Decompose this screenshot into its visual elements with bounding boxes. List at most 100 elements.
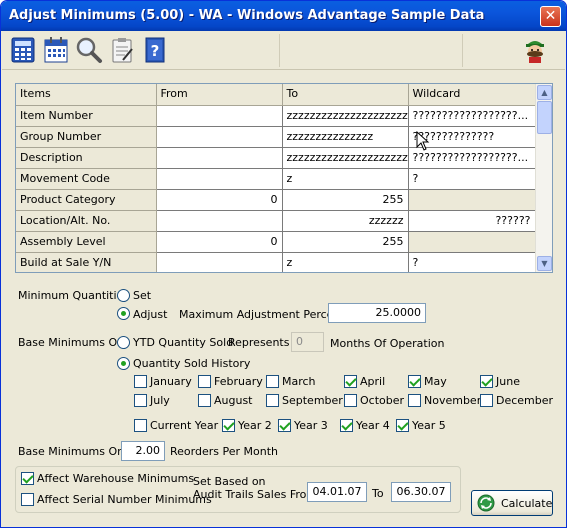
to-cell[interactable]: zzzzzzzzzzzzzzz <box>282 126 409 148</box>
wildcard-cell <box>408 189 536 211</box>
month-checkbox[interactable] <box>134 394 147 407</box>
from-date-field[interactable]: 04.01.07 <box>307 482 367 502</box>
month-checkbox[interactable] <box>266 394 279 407</box>
month-label[interactable]: June <box>496 375 520 388</box>
to-cell[interactable]: zzzzzzzzzzzzzzzzzzzzz <box>282 147 409 169</box>
year-checkbox[interactable] <box>340 419 353 432</box>
to-cell[interactable]: 255 <box>282 231 409 253</box>
month-checkbox[interactable] <box>408 375 421 388</box>
year-label[interactable]: Year 4 <box>356 419 390 432</box>
close-icon: ✕ <box>544 8 557 24</box>
to-cell[interactable]: zzzzzzzzzzzzzzzzzzzzz <box>282 105 409 127</box>
set-radio-label[interactable]: Set <box>133 289 151 302</box>
row-label: Location/Alt. No. <box>16 210 157 232</box>
calendar-icon[interactable] <box>42 36 70 64</box>
month-checkbox[interactable] <box>198 375 211 388</box>
close-button[interactable]: ✕ <box>540 6 561 27</box>
from-cell[interactable] <box>156 168 283 190</box>
row-label: Description <box>16 147 157 169</box>
month-label[interactable]: October <box>360 394 404 407</box>
month-checkbox[interactable] <box>134 375 147 388</box>
affect-serial-checkbox[interactable] <box>21 493 34 506</box>
month-checkbox[interactable] <box>198 394 211 407</box>
ytd-quantity-radio[interactable] <box>117 336 130 349</box>
set-based-label-line2: Audit Trails Sales From <box>193 488 318 501</box>
affect-serial-label[interactable]: Affect Serial Number Minimums <box>37 493 212 506</box>
wildcard-cell[interactable]: ? <box>408 168 536 190</box>
month-label[interactable]: July <box>150 394 170 407</box>
month-label[interactable]: December <box>496 394 553 407</box>
month-checkbox[interactable] <box>480 375 493 388</box>
to-cell[interactable]: 255 <box>282 189 409 211</box>
adjust-radio-label[interactable]: Adjust <box>133 308 167 321</box>
to-cell[interactable]: zzzzzz <box>282 210 409 232</box>
reorders-field[interactable]: 2.00 <box>121 441 165 461</box>
from-cell[interactable] <box>156 147 283 169</box>
wildcard-cell[interactable]: ?????? <box>408 210 536 232</box>
scroll-up-icon[interactable]: ▲ <box>537 85 552 100</box>
quantity-history-label[interactable]: Quantity Sold History <box>133 357 250 370</box>
clipboard-icon[interactable] <box>108 36 136 64</box>
year-checkbox[interactable] <box>396 419 409 432</box>
year-label[interactable]: Year 5 <box>412 419 446 432</box>
to-cell[interactable]: z <box>282 252 409 272</box>
adjust-radio[interactable] <box>117 307 130 320</box>
calculator-icon[interactable] <box>9 36 37 64</box>
month-label[interactable]: September <box>282 394 343 407</box>
help-book-icon[interactable]: ? <box>141 36 169 64</box>
month-label[interactable]: May <box>424 375 447 388</box>
scroll-thumb[interactable] <box>537 101 552 134</box>
to-date-field[interactable]: 06.30.07 <box>391 482 451 502</box>
grid-vertical-scrollbar[interactable]: ▲ ▼ <box>535 84 552 272</box>
month-label[interactable]: April <box>360 375 385 388</box>
max-adjustment-field[interactable]: 25.0000 <box>328 303 426 323</box>
month-checkbox[interactable] <box>344 394 357 407</box>
month-checkbox[interactable] <box>408 394 421 407</box>
from-cell[interactable] <box>156 210 283 232</box>
calculate-button[interactable]: Calculate <box>471 490 553 516</box>
column-header-wildcard: Wildcard <box>408 84 536 106</box>
svg-text:?: ? <box>151 42 160 60</box>
year-label[interactable]: Current Year <box>150 419 218 432</box>
wildcard-cell[interactable]: ? <box>408 252 536 272</box>
year-label[interactable]: Year 3 <box>294 419 328 432</box>
scroll-down-icon[interactable]: ▼ <box>537 256 552 271</box>
toolbar: ? <box>2 31 565 70</box>
set-radio[interactable] <box>117 289 130 302</box>
year-checkbox[interactable] <box>222 419 235 432</box>
criteria-table: Items From To Wildcard Item Number zzzzz… <box>16 84 536 272</box>
year-checkbox[interactable] <box>134 419 147 432</box>
row-label: Assembly Level <box>16 231 157 253</box>
title-bar[interactable]: Adjust Minimums (5.00) - WA - Windows Ad… <box>1 1 566 31</box>
from-cell[interactable]: 0 <box>156 231 283 253</box>
affect-warehouse-checkbox[interactable] <box>21 472 34 485</box>
column-header-items: Items <box>16 84 157 106</box>
affect-warehouse-label[interactable]: Affect Warehouse Minimums <box>37 472 194 485</box>
reorders-suffix-label: Reorders Per Month <box>170 445 278 458</box>
month-checkbox[interactable] <box>344 375 357 388</box>
from-cell[interactable] <box>156 126 283 148</box>
month-label[interactable]: November <box>424 394 481 407</box>
month-checkbox[interactable] <box>266 375 279 388</box>
ytd-quantity-label[interactable]: YTD Quantity Sold <box>133 336 233 349</box>
month-label[interactable]: August <box>214 394 253 407</box>
wildcard-cell[interactable]: ??????????????????... <box>408 105 536 127</box>
from-cell[interactable] <box>156 105 283 127</box>
from-cell[interactable] <box>156 252 283 272</box>
year-checkbox[interactable] <box>278 419 291 432</box>
window-title: Adjust Minimums (5.00) - WA - Windows Ad… <box>9 8 485 23</box>
month-label[interactable]: February <box>214 375 263 388</box>
table-row: Product Category 0 255 <box>16 189 536 211</box>
month-label[interactable]: January <box>150 375 192 388</box>
from-cell[interactable]: 0 <box>156 189 283 211</box>
table-row: Group Number zzzzzzzzzzzzzzz ???????????… <box>16 126 536 148</box>
magnifier-icon[interactable] <box>75 36 103 64</box>
month-label[interactable]: March <box>282 375 316 388</box>
toolbar-separator <box>279 34 280 67</box>
row-label: Item Number <box>16 105 157 127</box>
base-minimums-label: Base Minimums On <box>18 336 125 349</box>
to-cell[interactable]: z <box>282 168 409 190</box>
year-label[interactable]: Year 2 <box>238 419 272 432</box>
quantity-history-radio[interactable] <box>117 357 130 370</box>
month-checkbox[interactable] <box>480 394 493 407</box>
